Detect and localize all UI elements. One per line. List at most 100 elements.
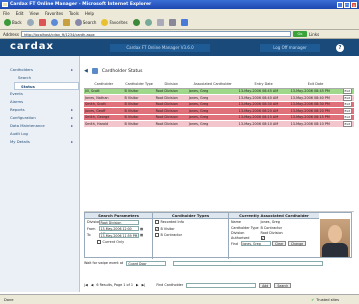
column-header[interactable] — [341, 80, 354, 89]
back-arrow-icon — [4, 19, 11, 26]
window-title: Cardax FT Online Manager - Microsoft Int… — [10, 2, 152, 7]
paging-text: 6 Results, Page 1 of 1 — [96, 283, 134, 287]
authorised-label: Authorised — [231, 236, 250, 240]
history-button[interactable] — [144, 18, 153, 27]
change-button[interactable]: Change — [287, 241, 307, 247]
forward-button[interactable] — [26, 18, 35, 27]
column-header[interactable]: Cardholder — [84, 80, 124, 89]
edit-button[interactable] — [180, 18, 189, 27]
sidebar-item-my-details[interactable]: My Details ▸ — [0, 138, 79, 146]
exit-button[interactable]: Exit — [342, 114, 353, 120]
page-last-icon[interactable]: ▶| — [142, 283, 146, 287]
add-button[interactable]: Add — [259, 282, 272, 288]
swipe-reader-select[interactable]: Guard Door — [126, 260, 167, 266]
close-button[interactable]: × — [351, 1, 357, 8]
column-header[interactable]: Associated Cardholder — [187, 80, 238, 89]
recorded-info-label: Recorded Info — [160, 220, 184, 225]
sidebar-item-cardholders[interactable]: Cardholders ▸ — [0, 66, 79, 74]
division-select[interactable]: Root Division — [98, 219, 139, 225]
authorised-checkbox[interactable]: ✓ — [260, 236, 265, 240]
log-off-button[interactable]: Log Off manager — [260, 44, 320, 52]
table-row[interactable]: Smith, Harold B Visitor Root Division Jones… — [84, 120, 354, 128]
print-button[interactable] — [168, 18, 177, 27]
back-icon[interactable]: ◀ — [84, 68, 88, 74]
column-header[interactable]: Cardholder Type — [123, 80, 155, 89]
swipe-label: Wait for swipe event at — [84, 261, 124, 265]
sidebar-item-search[interactable]: Search — [0, 74, 79, 82]
refresh-button[interactable] — [50, 18, 59, 27]
ie-status-bar: Done ✔ Trusted sites — [0, 294, 359, 304]
table-cell: Root Division — [154, 120, 188, 128]
b-visitor-checkbox[interactable]: ✓ — [155, 226, 159, 231]
sidebar-item-label: Search — [18, 75, 32, 80]
find-input[interactable]: Jones, Greg — [240, 241, 271, 247]
name-label: Name — [231, 220, 242, 225]
current-only-label: Current Only — [102, 239, 125, 244]
sidebar-item-reports[interactable]: Reports ▸ — [0, 106, 79, 114]
home-button[interactable] — [62, 18, 71, 27]
media-button[interactable] — [132, 18, 141, 27]
associated-cardholder-section: Currently Associated Cardholder Name Jone… — [229, 213, 319, 259]
sidebar-item-configuration[interactable]: Configuration ▸ — [0, 114, 79, 122]
associated-cardholder-title: Currently Associated Cardholder — [229, 213, 319, 219]
cardax-logo: cardax — [10, 41, 54, 52]
division-label: Division — [87, 220, 101, 225]
b-contractor-checkbox[interactable] — [155, 233, 159, 238]
page-next-icon[interactable]: ▶ — [136, 283, 139, 287]
app-title: Cardax FT Online Manager V3.6.0 — [110, 44, 210, 52]
links-label[interactable]: Links — [309, 32, 319, 37]
current-only-checkbox[interactable] — [97, 239, 101, 244]
sidebar-item-alarms[interactable]: Alarms — [0, 98, 79, 106]
column-header[interactable]: Exit Date — [289, 80, 342, 89]
sidebar-item-data-maintenance[interactable]: Data Maintenance ▸ — [0, 122, 79, 130]
search-button[interactable]: Search — [74, 18, 98, 27]
menu-bar: File Edit View Favorites Tools Help — [0, 9, 359, 16]
from-label: From — [87, 226, 96, 231]
to-date-input[interactable]: 13-May-2006 11:59 PM — [98, 232, 139, 238]
favorites-button[interactable]: Favorites — [100, 18, 128, 27]
help-icon[interactable]: ? — [336, 44, 344, 52]
status-zone: Trusted sites — [316, 297, 339, 302]
media-icon — [132, 19, 140, 26]
table-header-row: Cardholder Cardholder Type Division Associa… — [84, 80, 354, 89]
b-visitor-label: B Visitor — [160, 226, 175, 231]
chevron-right-icon: ▸ — [71, 139, 73, 144]
calendar-icon[interactable]: ▦ — [140, 233, 143, 237]
grid-empty-area — [84, 132, 354, 212]
find-cardholder-input[interactable] — [186, 282, 257, 288]
exit-button[interactable]: Exit — [342, 120, 353, 127]
exit-button[interactable]: Exit — [342, 94, 353, 101]
cardholder-status-icon — [91, 68, 98, 74]
minimize-button[interactable]: _ — [337, 1, 343, 8]
sidebar-item-label: My Details — [10, 139, 30, 144]
address-input[interactable]: http://localhost/cdax_ft/1234/cardh.aspx — [20, 31, 291, 37]
recorded-info-checkbox[interactable] — [155, 220, 159, 225]
page-prev-icon[interactable]: ◀ — [91, 283, 94, 287]
sidebar-item-label: Alarms — [10, 99, 24, 104]
assoc-division-value: Root Division — [260, 231, 283, 235]
stop-button[interactable] — [38, 18, 47, 27]
calendar-icon[interactable]: ▦ — [140, 227, 143, 231]
sidebar-item-audit-log[interactable]: Audit Log — [0, 130, 79, 138]
exit-button[interactable]: Exit — [342, 88, 353, 94]
search-button[interactable]: Search — [274, 282, 292, 288]
clear-button[interactable]: Clear — [272, 241, 287, 247]
exit-button[interactable]: Exit — [342, 107, 353, 114]
maximize-button[interactable]: □ — [344, 1, 350, 8]
sidebar-item-status[interactable]: Status — [14, 82, 79, 90]
from-date-input[interactable]: 13-May-2006 12:00 AM — [98, 226, 139, 236]
browser-toolbar: Back Search Favorites — [0, 16, 359, 30]
page-first-icon[interactable]: |◀ — [84, 283, 88, 287]
column-header[interactable]: Division — [154, 80, 188, 89]
back-button[interactable]: Back — [3, 18, 23, 27]
column-header[interactable]: Entry Date — [237, 80, 290, 89]
swipe-status-field[interactable] — [173, 260, 324, 266]
sidebar-item-events[interactable]: Events — [0, 90, 79, 98]
assoc-division-label: Division — [231, 231, 245, 235]
sidebar-item-label: Cardholders — [10, 67, 33, 72]
go-button[interactable]: Go — [292, 31, 307, 37]
exit-button[interactable]: Exit — [342, 101, 353, 107]
star-icon — [101, 19, 109, 26]
mail-button[interactable] — [156, 18, 165, 27]
history-icon — [144, 19, 152, 26]
